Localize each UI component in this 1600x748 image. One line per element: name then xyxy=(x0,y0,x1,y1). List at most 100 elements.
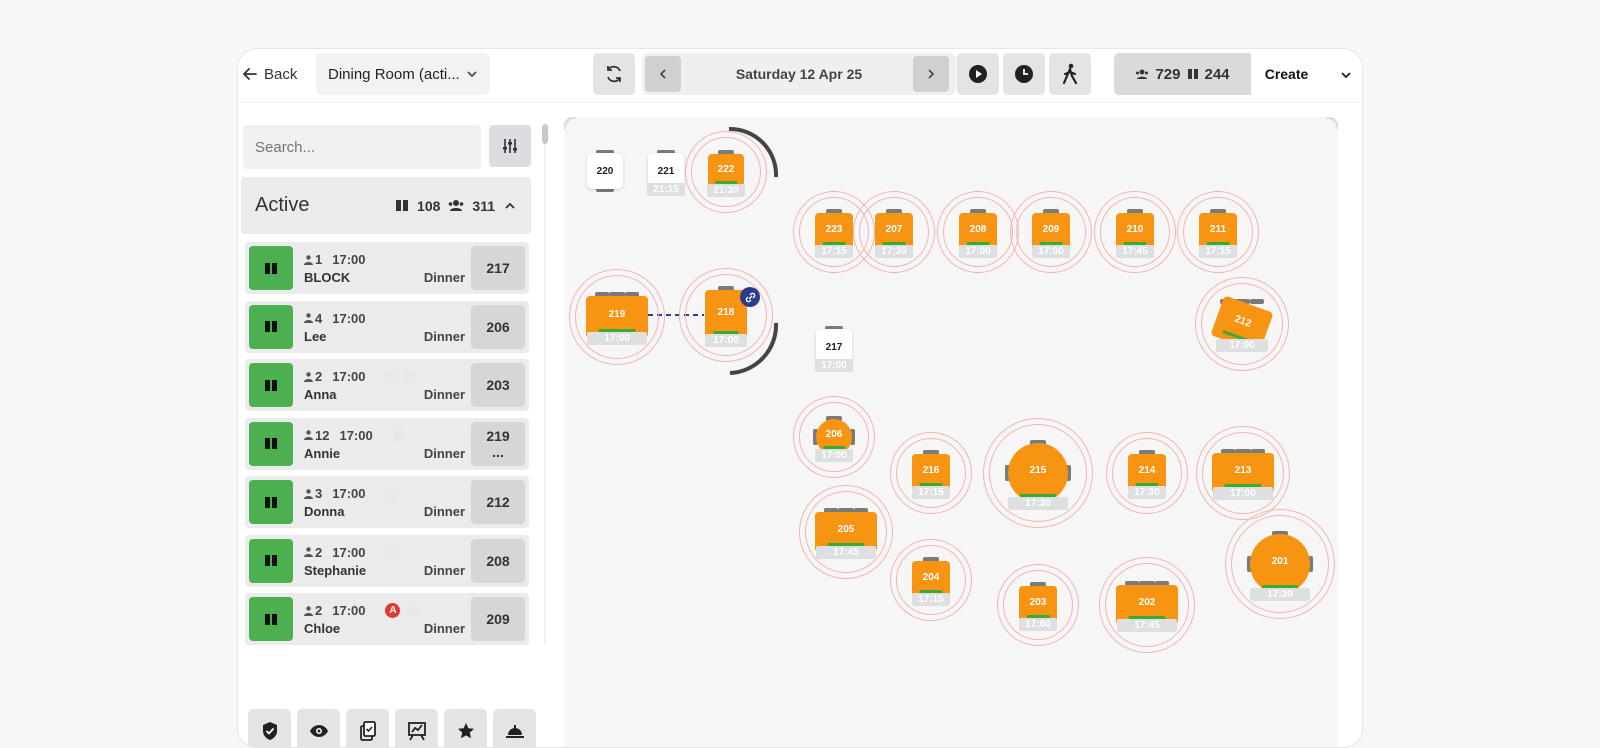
clock-button[interactable] xyxy=(1003,53,1045,95)
booking-status-button[interactable] xyxy=(249,421,293,466)
card-icon xyxy=(385,488,399,499)
scrollbar-track xyxy=(544,124,546,644)
reservation-row[interactable]: 3 17:00 Donna Dinner 212 xyxy=(245,476,529,528)
service-bell-icon xyxy=(505,724,524,738)
allergy-alert-badge: A xyxy=(385,603,401,618)
covers-summary: 729 244 xyxy=(1114,53,1251,95)
link-icon xyxy=(740,287,760,307)
refresh-icon xyxy=(607,65,621,83)
room-select-label: Dining Room (acti... xyxy=(328,65,460,83)
reservation-meta: 2 17:00 xyxy=(304,544,399,560)
booking-status-button[interactable] xyxy=(249,304,293,349)
service-bell-button[interactable] xyxy=(493,709,536,747)
table-time: 17:00 xyxy=(1032,245,1070,258)
shield-check-icon xyxy=(262,721,277,740)
table-body: 201 xyxy=(1250,534,1310,594)
table-number: 211 xyxy=(1209,224,1227,235)
create-button[interactable]: Create xyxy=(1251,53,1322,95)
guests-count: 729 xyxy=(1155,65,1181,83)
reservation-meta: 1 17:00 xyxy=(304,252,385,267)
top-bar: Back Dining Room (acti... Saturday 12 Ap… xyxy=(238,49,1362,103)
table-number: 219 xyxy=(608,309,626,320)
assigned-table[interactable]: 219... xyxy=(471,421,525,466)
reservation-row[interactable]: 2 17:00 Stephanie Dinner 208 xyxy=(245,534,529,587)
table-number: 210 xyxy=(1126,224,1144,235)
assigned-table[interactable]: 203 xyxy=(471,363,525,407)
search-input[interactable] xyxy=(243,125,481,169)
clipboard-button[interactable] xyxy=(346,709,389,747)
refresh-button[interactable] xyxy=(593,53,635,95)
arrow-left-icon xyxy=(242,68,257,80)
walk-in-button[interactable] xyxy=(1049,53,1091,95)
table-time: 17:00 xyxy=(587,332,647,345)
active-section-header[interactable]: Active 108 311 xyxy=(241,177,531,234)
book-icon xyxy=(265,613,277,625)
section-title: Active xyxy=(255,194,310,216)
booking-status-button[interactable] xyxy=(249,480,293,524)
next-day-button[interactable] xyxy=(913,56,949,92)
clock-icon xyxy=(1015,65,1033,83)
person-icon xyxy=(304,430,313,440)
guest-name: Annie xyxy=(304,445,341,461)
prev-day-button[interactable] xyxy=(645,56,681,92)
play-circle-icon xyxy=(969,65,987,83)
floor-plan[interactable]: 220 221 21:15 222 21:30 223 17:15 207 17:30 208 17… xyxy=(564,117,1338,747)
covers: 2 xyxy=(315,544,323,560)
assigned-table[interactable]: 209 xyxy=(471,597,525,641)
table-time: 17:30 xyxy=(1008,497,1068,510)
note-icon xyxy=(385,371,399,382)
corner-mark xyxy=(564,117,577,130)
date-navigator: Saturday 12 Apr 25 xyxy=(642,53,956,95)
shield-button[interactable] xyxy=(248,709,291,747)
table-number: 203 xyxy=(486,377,510,393)
reservation-row[interactable]: 2 17:00 A Chloe Dinner 209 xyxy=(245,593,529,645)
reservation-row[interactable]: 1 17:00 BLOCK Dinner 217 xyxy=(245,242,529,294)
covers: 1 xyxy=(315,252,323,267)
table-number: 206 xyxy=(486,318,510,335)
table-time: 17:15 xyxy=(912,486,950,499)
meal-period: Dinner xyxy=(423,621,465,636)
table-number: 219 xyxy=(486,427,510,444)
guest-name: Lee xyxy=(304,328,327,344)
assigned-table[interactable]: 217 xyxy=(471,246,525,290)
reservation-meta: 12 17:00 xyxy=(304,428,403,443)
book-icon xyxy=(1187,69,1198,79)
reservation-meta: 4 17:00 xyxy=(304,311,385,326)
assigned-table[interactable]: 208 xyxy=(471,538,525,583)
table-number: 214 xyxy=(1138,465,1156,476)
view-button[interactable] xyxy=(297,709,340,747)
reservation-meta: 2 17:00 A xyxy=(304,603,420,618)
table-number: 207 xyxy=(885,224,903,235)
reservation-time: 17:00 xyxy=(332,369,366,384)
booking-status-button[interactable] xyxy=(249,246,293,290)
more-menu-button[interactable] xyxy=(1334,63,1358,87)
filter-button[interactable] xyxy=(489,125,531,167)
assigned-table[interactable]: 206 xyxy=(471,304,525,349)
booking-status-button[interactable] xyxy=(249,538,293,583)
favorites-button[interactable] xyxy=(444,709,487,747)
reservation-row[interactable]: 12 17:00 Annie Dinner 219... xyxy=(245,417,529,470)
play-button[interactable] xyxy=(957,53,999,95)
assigned-table[interactable]: 212 xyxy=(471,480,525,524)
group-icon xyxy=(406,605,420,616)
reservation-row[interactable]: 2 17:00 Anna Dinner 203 xyxy=(245,359,529,411)
guest-name: Anna xyxy=(304,387,337,402)
back-button[interactable]: Back xyxy=(242,61,297,87)
room-select[interactable]: Dining Room (acti... xyxy=(316,53,490,95)
person-icon xyxy=(304,547,313,557)
date-label[interactable]: Saturday 12 Apr 25 xyxy=(692,53,906,95)
book-icon xyxy=(396,200,409,211)
table-number: 215 xyxy=(1029,465,1047,476)
bookings-count: 244 xyxy=(1204,65,1230,83)
covers: 4 xyxy=(315,310,323,326)
reservation-row[interactable]: 4 17:00 Lee Dinner 206 xyxy=(245,300,529,353)
scrollbar-thumb[interactable] xyxy=(542,124,548,144)
clipboard-check-icon xyxy=(359,720,376,741)
booking-status-button[interactable] xyxy=(249,597,293,641)
table-number: 220 xyxy=(587,153,623,189)
chevron-down-icon xyxy=(467,71,477,78)
guest-name: Chloe xyxy=(304,621,341,636)
table-number: 208 xyxy=(969,224,987,235)
booking-status-button[interactable] xyxy=(249,363,293,407)
chart-button[interactable] xyxy=(395,709,438,747)
